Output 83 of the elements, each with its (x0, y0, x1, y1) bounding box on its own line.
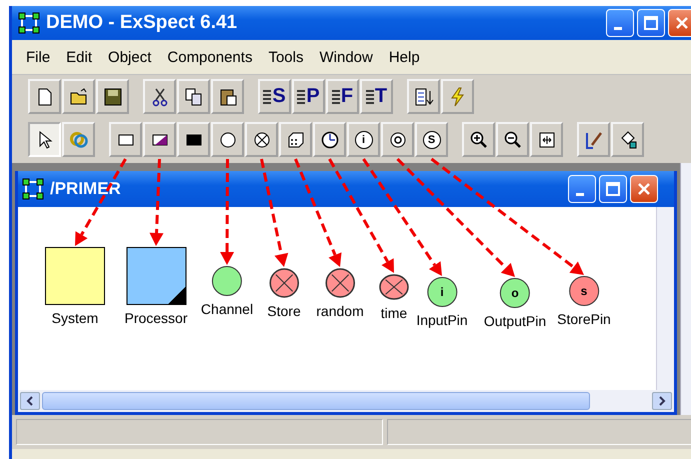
vertical-scrollbar[interactable] (656, 207, 674, 390)
circle-icon (218, 130, 238, 150)
dot-circle-icon (388, 130, 408, 150)
scroll-right-button[interactable] (652, 392, 672, 410)
menu-item[interactable]: Edit (58, 48, 100, 66)
maximize-icon (606, 182, 620, 196)
node-label: StorePin (557, 311, 611, 327)
maximize-icon (644, 16, 658, 30)
node-label: InputPin (416, 312, 468, 328)
clock-icon (320, 130, 340, 150)
zoom-in-icon (468, 130, 488, 150)
processor-tool[interactable] (143, 122, 176, 157)
child-window-title: /PRIMER (50, 179, 121, 199)
new-button[interactable] (28, 79, 61, 114)
close-button[interactable] (630, 175, 658, 203)
fit-button[interactable] (530, 122, 563, 157)
close-icon (637, 182, 651, 196)
save-button[interactable] (96, 79, 129, 114)
menu-item[interactable]: Window (311, 48, 381, 66)
connect-tool[interactable] (62, 122, 95, 157)
minimize-button[interactable] (606, 9, 634, 37)
node-label: time (380, 305, 408, 321)
input-pin-tool[interactable]: i (347, 122, 380, 157)
menu-item[interactable]: Components (159, 48, 260, 66)
sort-list-icon (414, 86, 434, 106)
menu-item[interactable]: File (18, 48, 58, 66)
minimize-icon (614, 26, 622, 30)
pointer-tool[interactable] (28, 122, 61, 157)
outer-vertical-scrollbar[interactable] (680, 163, 691, 415)
window-title: DEMO - ExSpect 6.41 (46, 12, 238, 34)
paste-button[interactable] (211, 79, 244, 114)
close-icon (675, 16, 689, 30)
scroll-left-button[interactable] (20, 392, 40, 410)
cut-button[interactable] (143, 79, 176, 114)
run-button[interactable] (441, 79, 474, 114)
time-tool[interactable] (313, 122, 346, 157)
zoom-out-icon (502, 130, 522, 150)
horizontal-scrollbar[interactable] (18, 390, 674, 412)
copy-icon (184, 86, 204, 106)
open-button[interactable] (62, 79, 95, 114)
zoom-out-button[interactable] (496, 122, 529, 157)
report-button[interactable]: T (360, 79, 393, 114)
sort-button[interactable] (407, 79, 440, 114)
system-tool[interactable] (109, 122, 142, 157)
pin-node: i (427, 277, 457, 307)
zoom-in-button[interactable] (462, 122, 495, 157)
output-pin-tool[interactable] (381, 122, 414, 157)
fit-window-icon (536, 130, 556, 150)
minimize-icon (576, 192, 584, 196)
menu-item[interactable]: Tools (260, 48, 312, 66)
app-icon (18, 12, 40, 34)
dice-icon (286, 130, 306, 150)
crossed-circle-icon (252, 130, 272, 150)
folder-icon (68, 86, 88, 106)
minimize-button[interactable] (568, 175, 596, 203)
pin-node: s (569, 276, 599, 306)
menu-item[interactable]: Object (100, 48, 160, 66)
paint-bucket-button[interactable] (611, 122, 644, 157)
node-label: System (52, 310, 98, 326)
close-button[interactable] (668, 9, 691, 37)
report-button[interactable]: P (292, 79, 325, 114)
maximize-button[interactable] (637, 9, 665, 37)
store-tool[interactable] (245, 122, 278, 157)
maximize-button[interactable] (599, 175, 627, 203)
store-pin-tool[interactable]: S (415, 122, 448, 157)
random-tool[interactable] (279, 122, 312, 157)
app-icon (22, 178, 44, 200)
brush-button[interactable] (577, 122, 610, 157)
block-tool[interactable] (177, 122, 210, 157)
node-label: Processor (124, 310, 188, 326)
channel-tool[interactable] (211, 122, 244, 157)
brush-icon (584, 130, 604, 150)
node-label: Channel (200, 301, 254, 317)
clipboard-icon (218, 86, 238, 106)
pin-node: o (500, 278, 530, 308)
menu-item[interactable]: Help (380, 48, 428, 66)
copy-button[interactable] (177, 79, 210, 114)
rings-icon (68, 130, 88, 150)
node-label: OutputPin (484, 313, 546, 329)
node-label: Store (267, 303, 301, 319)
report-button[interactable]: S (258, 79, 291, 114)
report-button[interactable]: F (326, 79, 359, 114)
node-label: random (316, 303, 364, 319)
